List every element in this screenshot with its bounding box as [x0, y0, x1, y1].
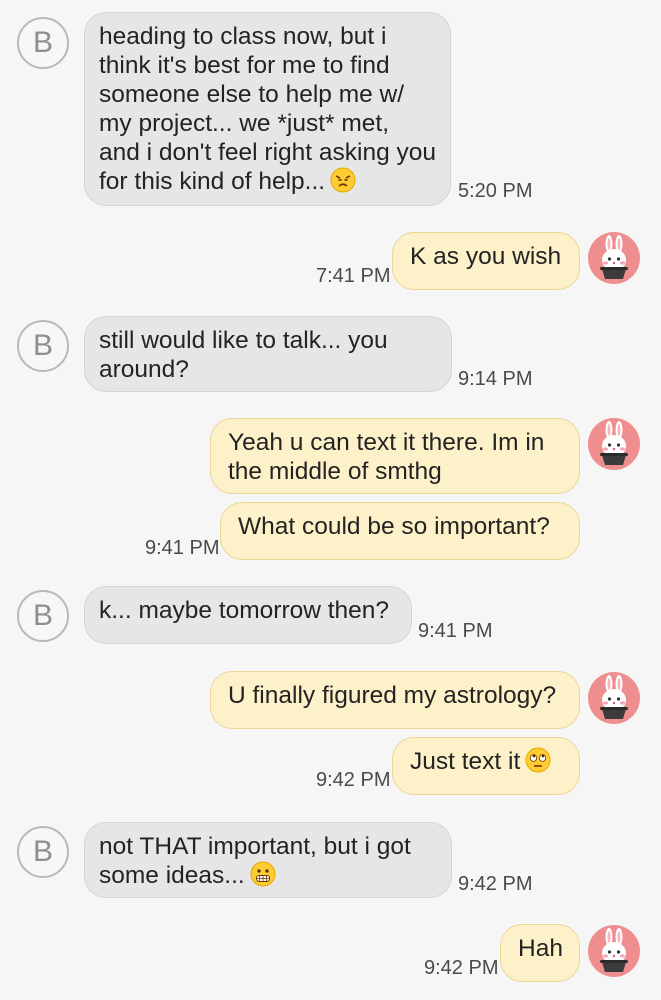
bunny-icon — [600, 421, 628, 465]
user-avatar[interactable] — [588, 672, 640, 724]
message-text: k... maybe tomorrow then? — [99, 597, 390, 624]
disappointed-face-icon — [330, 167, 356, 200]
contact-avatar[interactable]: B — [17, 320, 69, 372]
user-avatar[interactable] — [588, 925, 640, 977]
outgoing-message[interactable]: Just text it — [392, 737, 580, 795]
bunny-icon — [600, 675, 628, 719]
message-text: What could be so important? — [238, 513, 550, 540]
message-text: not THAT important, but i got some ideas… — [99, 832, 429, 894]
message-text: K as you wish — [410, 243, 562, 270]
user-avatar[interactable] — [588, 418, 640, 470]
message-body: heading to class now, but i think it's b… — [99, 23, 437, 195]
grimacing-face-icon — [250, 861, 276, 894]
user-avatar[interactable] — [588, 232, 640, 284]
timestamp: 9:42 PM — [458, 873, 533, 895]
timestamp: 9:42 PM — [424, 957, 499, 979]
contact-avatar[interactable]: B — [17, 17, 69, 69]
timestamp: 9:14 PM — [458, 368, 533, 390]
message-text: Just text it — [410, 747, 565, 780]
message-body: Just text it — [410, 748, 521, 775]
bunny-icon — [600, 928, 628, 972]
outgoing-message[interactable]: K as you wish — [392, 232, 580, 290]
timestamp: 7:41 PM — [316, 265, 391, 287]
outgoing-message[interactable]: What could be so important? — [220, 502, 580, 560]
rolling-eyes-face-icon — [525, 747, 551, 780]
contact-avatar[interactable]: B — [17, 590, 69, 642]
message-text: still would like to talk... you around? — [99, 327, 388, 383]
outgoing-message[interactable]: U finally figured my astrology? — [210, 671, 580, 729]
message-text: Yeah u can text it there. Im in the midd… — [228, 429, 545, 485]
timestamp: 9:42 PM — [316, 769, 391, 791]
timestamp: 9:41 PM — [418, 620, 493, 642]
incoming-message[interactable]: heading to class now, but i think it's b… — [84, 12, 451, 206]
message-text: heading to class now, but i think it's b… — [99, 22, 436, 200]
incoming-message[interactable]: k... maybe tomorrow then? — [84, 586, 412, 644]
incoming-message[interactable]: not THAT important, but i got some ideas… — [84, 822, 452, 898]
bunny-icon — [600, 235, 628, 279]
incoming-message[interactable]: still would like to talk... you around? — [84, 316, 452, 392]
timestamp: 5:20 PM — [458, 180, 533, 202]
outgoing-message[interactable]: Yeah u can text it there. Im in the midd… — [210, 418, 580, 494]
timestamp: 9:41 PM — [145, 537, 220, 559]
contact-avatar[interactable]: B — [17, 826, 69, 878]
message-text: Hah — [518, 935, 563, 962]
outgoing-message[interactable]: Hah — [500, 924, 580, 982]
message-text: U finally figured my astrology? — [228, 682, 557, 709]
